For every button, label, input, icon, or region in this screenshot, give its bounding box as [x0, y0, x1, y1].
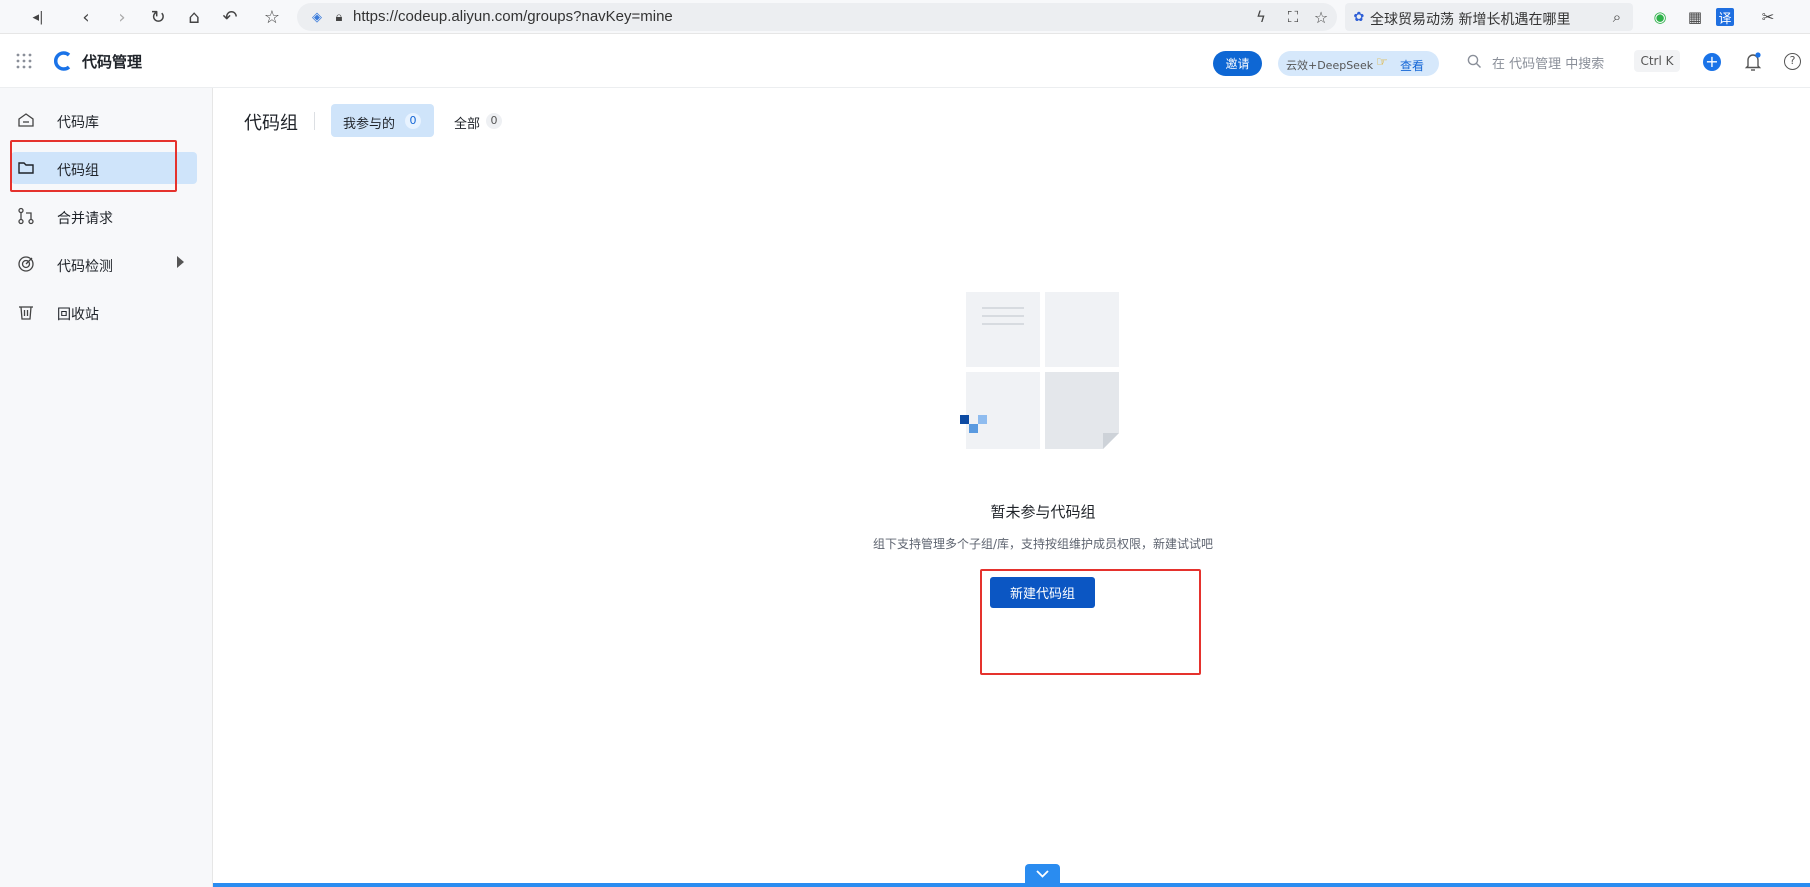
sidebar-item-label: 回收站 — [57, 307, 99, 323]
promo-banner[interactable]: 云效+DeepSeek ☞ 查看 — [1278, 51, 1439, 76]
app-header: 代码管理 邀请 云效+DeepSeek ☞ 查看 在 代码管理 中搜索 Ctrl… — [0, 34, 1810, 88]
search-icon[interactable]: ⌕ — [1605, 5, 1629, 29]
tab-mine[interactable]: 我参与的 0 — [331, 104, 434, 137]
favorites-icon[interactable]: ☆ — [260, 5, 284, 29]
title-divider — [314, 112, 315, 130]
back-icon[interactable]: ‹ — [74, 5, 98, 29]
paw-icon: ✿ — [1353, 9, 1365, 25]
scissors-icon[interactable]: ✂ — [1756, 5, 1780, 29]
undo-icon[interactable]: ↶ — [218, 5, 242, 29]
repo-icon — [18, 113, 34, 127]
search-suggestion-text[interactable]: 全球贸易动荡 新增长机遇在哪里 — [1370, 9, 1570, 29]
tab-label: 全部 — [454, 117, 481, 132]
create-group-button[interactable]: 新建代码组 — [990, 577, 1095, 608]
sidebar-item-trash[interactable]: 回收站 — [11, 296, 197, 328]
sidebar-item-code-scan[interactable]: 代码检测 — [11, 248, 197, 280]
empty-state-title: 暂未参与代码组 — [990, 503, 1096, 521]
apps-menu-icon[interactable] — [16, 53, 32, 69]
tab-all[interactable]: 全部 0 — [442, 104, 508, 137]
tab-count-badge: 0 — [405, 113, 421, 129]
screenshot-icon[interactable]: ⛶ — [1281, 5, 1305, 29]
invite-button[interactable]: 邀请 — [1213, 51, 1262, 76]
refresh-icon[interactable]: ↻ — [146, 5, 170, 29]
search-suggestion-box[interactable]: ✿ 全球贸易动荡 新增长机遇在哪里 ⌕ — [1345, 3, 1633, 31]
trash-icon — [19, 306, 33, 320]
chevron-down-icon — [1036, 870, 1049, 878]
page-title: 代码组 — [244, 113, 298, 134]
bottom-panel-bar — [213, 883, 1810, 887]
sidebar: 代码库 代码组 合并请求 代码检测 回收站 — [0, 88, 213, 887]
merge-request-icon — [18, 207, 34, 225]
extension-icon[interactable]: ◉ — [1648, 5, 1672, 29]
pointing-hand-icon: ☞ — [1376, 55, 1388, 70]
translate-icon[interactable]: 译 — [1716, 8, 1734, 27]
empty-state-description: 组下支持管理多个子组/库，支持按组维护成员权限，新建试试吧 — [872, 537, 1214, 551]
sidebar-item-repos[interactable]: 代码库 — [11, 104, 197, 136]
sidebar-toggle-icon[interactable]: ◂| — [26, 5, 50, 29]
sidebar-item-merge-requests[interactable]: 合并请求 — [11, 200, 197, 232]
search-shortcut-badge: Ctrl K — [1634, 50, 1680, 72]
lightning-icon[interactable]: ϟ — [1249, 5, 1273, 29]
codeup-logo-icon — [54, 51, 71, 71]
search-icon — [1467, 54, 1481, 68]
browser-toolbar: ◂| ‹ › ↻ ⌂ ↶ ☆ ◈ 🔒︎ https://codeup.aliyu… — [0, 0, 1810, 34]
sidebar-item-label: 代码检测 — [57, 259, 113, 275]
promo-text: 云效+DeepSeek — [1286, 59, 1374, 72]
empty-state-illustration — [960, 292, 1119, 449]
promo-view-link[interactable]: 查看 — [1400, 57, 1424, 74]
annotation-box-sidebar — [10, 140, 177, 192]
tab-label: 我参与的 — [343, 117, 396, 132]
address-bar[interactable]: ◈ 🔒︎ https://codeup.aliyun.com/groups?na… — [297, 3, 1337, 31]
forward-icon[interactable]: › — [110, 5, 134, 29]
expand-panel-handle[interactable] — [1025, 864, 1060, 884]
sidebar-item-label: 代码库 — [57, 115, 99, 131]
lock-icon: 🔒︎ — [335, 9, 343, 25]
app-title[interactable]: 代码管理 — [82, 51, 142, 72]
expand-caret-icon[interactable] — [177, 256, 184, 268]
home-icon[interactable]: ⌂ — [182, 5, 206, 29]
shield-icon: ◈ — [312, 9, 322, 25]
create-plus-icon[interactable]: + — [1703, 53, 1721, 71]
url-text[interactable]: https://codeup.aliyun.com/groups?navKey=… — [353, 8, 673, 25]
bookmark-star-icon[interactable]: ☆ — [1309, 5, 1333, 29]
sidebar-item-label: 合并请求 — [57, 211, 113, 227]
tab-count-badge: 0 — [486, 113, 502, 129]
notification-bell-icon[interactable] — [1744, 52, 1762, 72]
apps-grid-icon[interactable]: ▦ — [1683, 5, 1707, 29]
help-icon[interactable]: ? — [1784, 53, 1801, 70]
scan-icon — [18, 256, 34, 272]
global-search-input[interactable]: 在 代码管理 中搜索 — [1492, 53, 1604, 72]
